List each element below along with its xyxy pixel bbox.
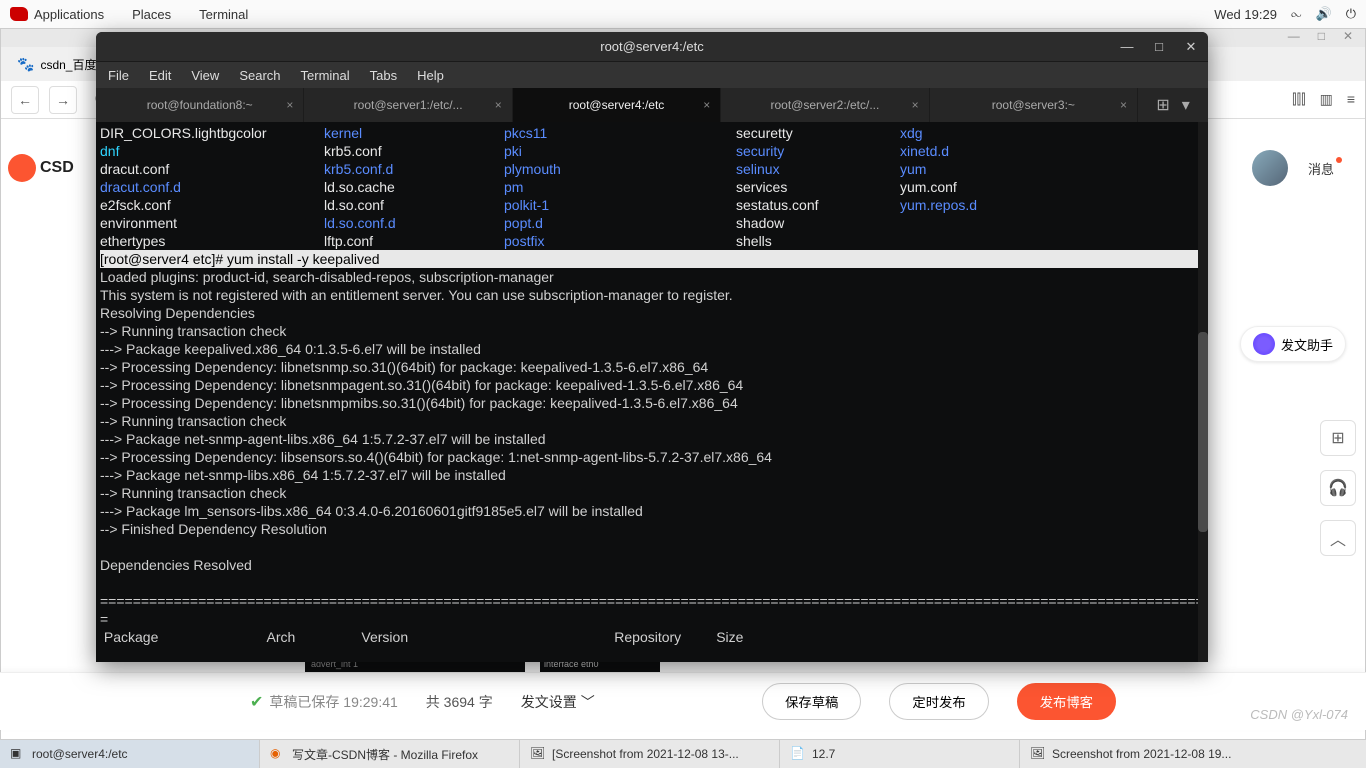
tab-close-icon[interactable]: × [495, 98, 502, 112]
task-firefox[interactable]: ◉ 写文章-CSDN博客 - Mozilla Firefox [260, 740, 520, 768]
terminal-tab[interactable]: root@server1:/etc/...× [304, 88, 512, 122]
sidebar-icon[interactable]: ▥ [1320, 91, 1333, 108]
term-max-icon[interactable]: □ [1148, 36, 1170, 58]
wifi-icon[interactable]: ⧜ [1291, 6, 1302, 22]
gnome-taskbar: ▣ root@server4:/etc ◉ 写文章-CSDN博客 - Mozilla… [0, 740, 1366, 768]
avatar[interactable] [1252, 150, 1288, 186]
baidu-paw-icon: 🐾 [17, 56, 34, 73]
win-close-icon[interactable]: ✕ [1343, 29, 1353, 47]
task-terminal[interactable]: ▣ root@server4:/etc [0, 740, 260, 768]
terminal-body[interactable]: DIR_COLORS.lightbgcolorkernelpkcs11secur… [96, 122, 1208, 662]
settings-label: 发文设置 [521, 692, 577, 712]
menu-view[interactable]: View [191, 68, 219, 83]
task-label: 写文章-CSDN博客 - Mozilla Firefox [292, 746, 478, 763]
tab-close-icon[interactable]: × [703, 98, 710, 112]
firefox-icon: ◉ [270, 746, 286, 762]
support-icon[interactable]: 🎧 [1320, 470, 1356, 506]
menu-edit[interactable]: Edit [149, 68, 171, 83]
gnome-top-bar: Applications Places Terminal Wed 19:29 ⧜… [0, 0, 1366, 28]
term-min-icon[interactable]: — [1116, 36, 1138, 58]
terminal-tab[interactable]: root@foundation8:~× [96, 88, 304, 122]
term-close-icon[interactable]: ✕ [1180, 36, 1202, 58]
word-count: 共 3694 字 [426, 692, 493, 712]
task-label: [Screenshot from 2021-12-08 13-... [552, 747, 739, 761]
publish-button[interactable]: 发布博客 [1017, 683, 1116, 720]
csdn-right-panel: 消息 发文助手 [1240, 150, 1346, 362]
tab-menu-icon[interactable]: ▾ [1182, 95, 1190, 115]
menu-icon[interactable]: ≡ [1347, 91, 1355, 108]
task-label: 12.7 [812, 747, 835, 761]
menu-terminal[interactable]: Terminal [301, 68, 350, 83]
library-icon[interactable]: ⫿⫿⫿ [1292, 91, 1305, 108]
menu-terminal[interactable]: Terminal [199, 7, 248, 22]
assist-button[interactable]: 发文助手 [1240, 326, 1346, 362]
win-min-icon[interactable]: — [1288, 29, 1300, 47]
scrollbar[interactable] [1198, 122, 1208, 662]
top-icon[interactable]: ︿ [1320, 520, 1356, 556]
win-max-icon[interactable]: □ [1318, 29, 1325, 47]
scroll-thumb[interactable] [1198, 332, 1208, 532]
clock[interactable]: Wed 19:29 [1214, 7, 1277, 22]
menu-help[interactable]: Help [417, 68, 444, 83]
task-image2[interactable]: 🖼 Screenshot from 2021-12-08 19... [1020, 740, 1366, 768]
tab-label: csdn_百度 [40, 56, 96, 73]
terminal-menubar: File Edit View Search Terminal Tabs Help [96, 62, 1208, 88]
csdn-monkey-icon [8, 154, 36, 182]
task-doc[interactable]: 📄 12.7 [780, 740, 1020, 768]
menu-places[interactable]: Places [132, 7, 171, 22]
watermark: CSDN @Yxl-074 [1250, 707, 1348, 722]
image-icon: 🖼 [1030, 746, 1046, 762]
assist-icon [1253, 333, 1275, 355]
image-icon: 🖼 [530, 746, 546, 762]
browser-tab[interactable]: 🐾 csdn_百度 [9, 52, 104, 77]
msg-link[interactable]: 消息 [1308, 159, 1334, 178]
volume-icon[interactable]: 🔊 [1316, 6, 1332, 22]
menu-search[interactable]: Search [239, 68, 280, 83]
settings-dropdown[interactable]: 发文设置 ﹀ [521, 692, 595, 712]
task-label: root@server4:/etc [32, 747, 128, 761]
redhat-logo-icon [10, 7, 28, 21]
save-draft-button[interactable]: 保存草稿 [762, 683, 861, 720]
csdn-header: CSD [8, 154, 74, 182]
terminal-window: root@server4:/etc — □ ✕ File Edit View S… [96, 32, 1208, 662]
menu-applications[interactable]: Applications [34, 7, 104, 22]
check-icon: ✔ [250, 692, 263, 712]
terminal-tab[interactable]: root@server3:~× [930, 88, 1138, 122]
chevron-down-icon: ﹀ [581, 692, 595, 712]
terminal-icon: ▣ [10, 746, 26, 762]
terminal-title: root@server4:/etc — □ ✕ [96, 32, 1208, 62]
assist-label: 发文助手 [1281, 335, 1333, 354]
terminal-title-text: root@server4:/etc [600, 39, 704, 54]
forward-button[interactable]: → [49, 86, 77, 114]
terminal-tabs: root@foundation8:~×root@server1:/etc/...… [96, 88, 1208, 122]
menu-file[interactable]: File [108, 68, 129, 83]
back-button[interactable]: ← [11, 86, 39, 114]
terminal-tab[interactable]: root@server4:/etc× [513, 88, 721, 122]
new-tab-icon[interactable]: ⊞ [1156, 95, 1169, 115]
publish-bar: ✔ 草稿已保存 19:29:41 共 3694 字 发文设置 ﹀ 保存草稿 定时… [0, 672, 1366, 730]
schedule-button[interactable]: 定时发布 [889, 683, 988, 720]
terminal-tab[interactable]: root@server2:/etc/...× [721, 88, 929, 122]
qr-icon[interactable]: ⊞ [1320, 420, 1356, 456]
tab-close-icon[interactable]: × [286, 98, 293, 112]
side-tool-icons: ⊞ 🎧 ︿ [1320, 420, 1356, 556]
task-label: Screenshot from 2021-12-08 19... [1052, 747, 1231, 761]
doc-icon: 📄 [790, 746, 806, 762]
menu-tabs[interactable]: Tabs [370, 68, 397, 83]
tab-close-icon[interactable]: × [1120, 98, 1127, 112]
power-icon[interactable]: ⏻ [1346, 6, 1356, 22]
tab-close-icon[interactable]: × [912, 98, 919, 112]
csdn-logo-text: CSD [40, 159, 74, 177]
task-image1[interactable]: 🖼 [Screenshot from 2021-12-08 13-... [520, 740, 780, 768]
draft-saved: 草稿已保存 19:29:41 [269, 692, 397, 712]
